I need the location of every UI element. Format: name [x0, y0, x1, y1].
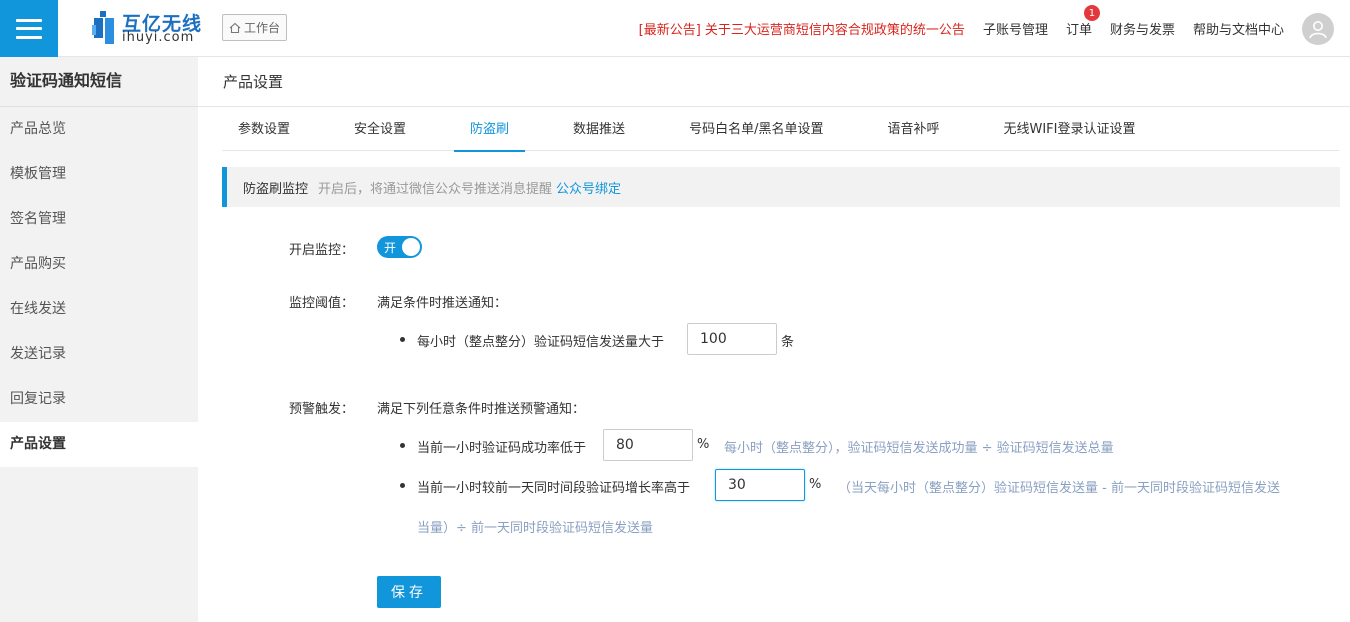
menu-toggle-button[interactable]: [0, 0, 58, 57]
wechat-bind-link[interactable]: 公众号绑定: [556, 178, 621, 197]
logo-mark-icon: [92, 11, 114, 44]
header-actions: [最新公告] 关于三大运营商短信内容合规政策的统一公告 子账号管理 订单 1 财…: [639, 0, 1350, 57]
growth-rate-unit: %: [809, 477, 822, 492]
sidebar-item-templates[interactable]: 模板管理: [0, 152, 198, 197]
orders-badge: 1: [1083, 5, 1100, 21]
growth-rate-input[interactable]: [715, 469, 805, 501]
success-rate-input[interactable]: [603, 429, 693, 461]
success-rate-hint: 每小时（整点整分），验证码短信发送成功量 ÷ 验证码短信发送总量: [724, 441, 1114, 456]
sidebar-item-purchase[interactable]: 产品购买: [0, 242, 198, 287]
logo[interactable]: 互亿无线 ihuyi.com: [92, 7, 207, 49]
tab-parameters[interactable]: 参数设置: [222, 115, 306, 151]
workbench-button[interactable]: 工作台: [222, 14, 288, 41]
growth-rate-hint-line2: 当量）÷ 前一天同时段验证码短信发送量: [417, 521, 654, 536]
sidebar-item-product-settings[interactable]: 产品设置: [0, 422, 198, 467]
tab-data-push[interactable]: 数据推送: [557, 115, 641, 151]
threshold-label: 监控阈值：: [288, 296, 354, 311]
info-description: 开启后，将通过微信公众号推送消息提醒: [318, 181, 553, 197]
sidebar-item-online-send[interactable]: 在线发送: [0, 287, 198, 332]
monitor-label: 开启监控：: [288, 243, 354, 258]
tab-wifi-auth[interactable]: 无线WIFI登录认证设置: [987, 115, 1151, 151]
orders-label: 订单: [1065, 23, 1092, 38]
sidebar-item-signatures[interactable]: 签名管理: [0, 197, 198, 242]
monitor-toggle[interactable]: 开: [377, 236, 422, 258]
announcement-link[interactable]: [最新公告] 关于三大运营商短信内容合规政策的统一公告: [639, 19, 965, 38]
sidebar: 验证码通知短信 产品总览 模板管理 签名管理 产品购买 在线发送 发送记录 回复…: [0, 57, 198, 622]
subaccount-link[interactable]: 子账号管理: [983, 19, 1048, 38]
success-rate-rule-text: 当前一小时验证码成功率低于: [417, 441, 587, 456]
threshold-rule-text: 每小时（整点整分）验证码短信发送量大于: [417, 335, 665, 350]
sidebar-item-send-records[interactable]: 发送记录: [0, 332, 198, 377]
user-icon: [1309, 20, 1327, 38]
tab-bar: 参数设置 安全设置 防盗刷 数据推送 号码白名单/黑名单设置 语音补呼 无线WI…: [222, 115, 1339, 152]
hamburger-icon: [16, 18, 42, 39]
tab-whitelist-blacklist[interactable]: 号码白名单/黑名单设置: [673, 115, 839, 151]
workbench-label: 工作台: [244, 21, 281, 35]
alert-description: 满足下列任意条件时推送预警通知：: [377, 402, 586, 417]
tab-anti-fraud[interactable]: 防盗刷: [454, 115, 526, 152]
growth-rate-hint-line1: （当天每小时（整点整分）验证码短信发送量 - 前一天同时段验证码短信发送: [838, 481, 1280, 496]
toggle-knob: [402, 238, 420, 256]
avatar[interactable]: [1302, 12, 1334, 45]
success-rate-unit: %: [697, 437, 710, 452]
bullet-dot: [400, 483, 405, 488]
alert-label: 预警触发：: [288, 402, 354, 417]
bullet-dot: [400, 443, 405, 448]
sidebar-item-reply-records[interactable]: 回复记录: [0, 377, 198, 422]
main-panel: 产品设置 参数设置 安全设置 防盗刷 数据推送 号码白名单/黑名单设置 语音补呼…: [198, 57, 1350, 622]
threshold-unit: 条: [781, 335, 795, 350]
tab-security[interactable]: 安全设置: [338, 115, 422, 151]
sidebar-item-overview[interactable]: 产品总览: [0, 107, 198, 152]
info-title: 防盗刷监控: [243, 181, 309, 197]
growth-rate-rule-text: 当前一小时较前一天同时间段验证码增长率高于: [417, 481, 691, 496]
threshold-input[interactable]: [687, 323, 777, 355]
top-header: 互亿无线 ihuyi.com 工作台 [最新公告] 关于三大运营商短信内容合规政…: [0, 0, 1350, 57]
sidebar-title: 验证码通知短信: [0, 57, 198, 107]
logo-text-en: ihuyi.com: [122, 30, 195, 45]
finance-link[interactable]: 财务与发票: [1110, 19, 1175, 38]
toggle-text: 开: [384, 241, 397, 255]
home-icon: [229, 22, 241, 33]
info-banner: 防盗刷监控 开启后，将通过微信公众号推送消息提醒 公众号绑定: [222, 167, 1340, 207]
page-title: 产品设置: [198, 57, 1350, 107]
bullet-dot: [400, 337, 405, 342]
help-link[interactable]: 帮助与文档中心: [1193, 19, 1284, 38]
tab-voice-callback[interactable]: 语音补呼: [871, 115, 955, 151]
save-button[interactable]: 保存: [377, 576, 441, 608]
orders-link[interactable]: 订单 1: [1065, 5, 1100, 38]
threshold-description: 满足条件时推送通知：: [377, 296, 508, 311]
